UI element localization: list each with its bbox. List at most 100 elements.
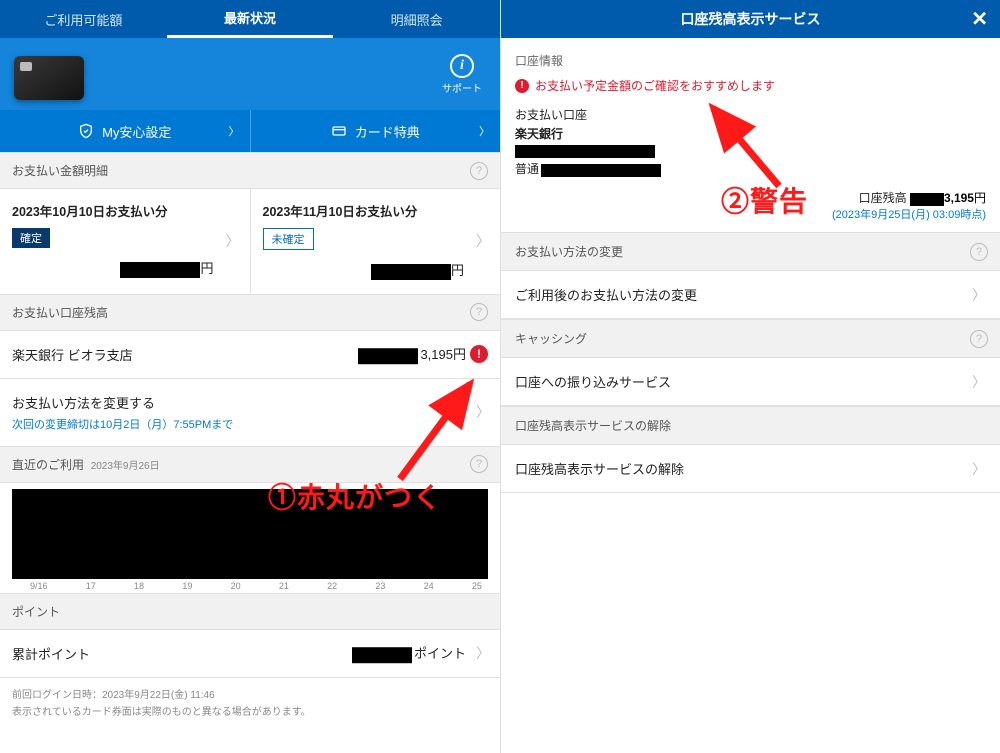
status-badge: 未確定: [263, 228, 314, 250]
usage-graph: 9/16 17 18 19 20 21 22 23 24 25: [0, 483, 500, 593]
tab-statement[interactable]: 明細照会: [333, 0, 500, 38]
row-bank-transfer-service[interactable]: 口座への振り込みサービス 〉: [501, 358, 1000, 406]
balance-amount: 3,195: [944, 191, 974, 205]
payment-cards: 2023年10月10日お支払い分 確定 円 〉 2023年11月10日お支払い分…: [0, 189, 500, 294]
balance-timestamp: (2023年9月25日(月) 03:09時点): [832, 209, 986, 221]
chevron-right-icon: 〉: [972, 459, 986, 479]
payment-date: 2023年10月10日お支払い分: [12, 201, 238, 220]
hero-buttons: My安心設定 〉 カード特典 〉: [0, 110, 500, 152]
section-payment-detail-label: お支払い金額明細: [12, 164, 108, 178]
status-badge: 確定: [12, 228, 50, 248]
payment-card-oct[interactable]: 2023年10月10日お支払い分 確定 円 〉: [0, 189, 250, 294]
usage-graph-xaxis: 9/16 17 18 19 20 21 22 23 24 25: [12, 579, 488, 591]
my-safety-settings-button[interactable]: My安心設定 〉: [0, 110, 250, 152]
help-icon[interactable]: ?: [470, 455, 488, 473]
xaxis-tick: 23: [375, 581, 385, 591]
card-icon: [331, 123, 347, 139]
left-pane: ご利用可能額 最新状況 明細照会 i サポート My安心設定 〉 カード特典 〉…: [0, 0, 500, 753]
tab-latest-status[interactable]: 最新状況: [167, 0, 334, 38]
section-account-balance: お支払い口座残高 ?: [0, 294, 500, 331]
chevron-right-icon: 〉: [479, 123, 490, 139]
top-tabs: ご利用可能額 最新状況 明細照会: [0, 0, 500, 38]
payment-amount: 円: [263, 260, 489, 280]
payment-card-nov[interactable]: 2023年11月10日お支払い分 未確定 円 〉: [250, 189, 501, 294]
section-payment-detail: お支払い金額明細 ?: [0, 152, 500, 189]
redacted: [910, 193, 944, 206]
xaxis-tick: 24: [424, 581, 434, 591]
card-benefits-button[interactable]: カード特典 〉: [250, 110, 501, 152]
group-cashing-label: キャッシング: [515, 332, 587, 346]
xaxis-tick: 17: [86, 581, 96, 591]
total-points-row[interactable]: 累計ポイント ポイント 〉: [0, 630, 500, 678]
redacted: [358, 348, 418, 364]
row-change-payment-method[interactable]: ご利用後のお支払い方法の変更 〉: [501, 271, 1000, 319]
support-button[interactable]: i サポート: [442, 54, 482, 95]
section-points: ポイント: [0, 593, 500, 630]
chevron-right-icon: 〉: [226, 231, 240, 251]
xaxis-tick: 18: [134, 581, 144, 591]
bank-name: 楽天銀行: [515, 125, 986, 142]
help-icon[interactable]: ?: [470, 162, 488, 180]
redacted: [352, 647, 412, 663]
xaxis-tick: 19: [182, 581, 192, 591]
section-account-balance-label: お支払い口座残高: [12, 306, 108, 320]
xaxis-tick: 9/16: [30, 581, 48, 591]
section-recent-usage-label: 直近のご利用: [12, 458, 84, 472]
card-hero: i サポート: [0, 38, 500, 110]
group-change-payment: お支払い方法の変更 ?: [501, 232, 1000, 271]
chevron-right-icon: 〉: [476, 402, 490, 422]
card-face-disclaimer: 表示されているカード券面は実際のものと異なる場合があります。: [0, 703, 500, 726]
chevron-right-icon: 〉: [972, 285, 986, 305]
change-payment-method-label: お支払い方法を変更する: [12, 393, 488, 412]
change-payment-method-row[interactable]: お支払い方法を変更する 次回の変更締切は10月2日（月）7:55PMまで 〉: [0, 379, 500, 446]
help-icon[interactable]: ?: [970, 243, 988, 261]
currency-unit: 円: [451, 263, 464, 278]
redacted: [120, 262, 200, 278]
total-points-value: ポイント: [352, 643, 466, 663]
chevron-right-icon: 〉: [229, 123, 240, 139]
account-label: お支払い口座: [515, 106, 986, 123]
bank-balance-row[interactable]: 楽天銀行 ビオラ支店 3,195円 !: [0, 331, 500, 379]
xaxis-tick: 25: [472, 581, 482, 591]
alert-dot-icon: !: [470, 345, 488, 363]
xaxis-tick: 22: [327, 581, 337, 591]
group-change-payment-label: お支払い方法の変更: [515, 245, 623, 259]
currency-unit: 円: [453, 347, 466, 362]
info-icon: i: [450, 54, 474, 78]
support-label: サポート: [442, 80, 482, 95]
points-unit: ポイント: [414, 646, 466, 661]
group-cancel-service-label: 口座残高表示サービスの解除: [515, 419, 671, 433]
payment-warning-alert: ! お支払い予定金額のご確認をおすすめします: [501, 77, 1000, 104]
right-pane: 口座残高表示サービス ✕ 口座情報 ! お支払い予定金額のご確認をおすすめします…: [500, 0, 1000, 753]
help-icon[interactable]: ?: [970, 330, 988, 348]
tab-credit-limit[interactable]: ご利用可能額: [0, 0, 167, 38]
xaxis-tick: 20: [231, 581, 241, 591]
branch-line: [515, 144, 986, 158]
balance-label: 口座残高: [859, 191, 907, 205]
group-cashing: キャッシング ?: [501, 319, 1000, 358]
account-details: お支払い口座 楽天銀行 普通: [501, 106, 1000, 185]
chevron-right-icon: 〉: [972, 372, 986, 392]
account-type-line: 普通: [515, 160, 986, 177]
modal-body: 口座情報 ! お支払い予定金額のご確認をおすすめします お支払い口座 楽天銀行 …: [501, 38, 1000, 753]
total-points-label: 累計ポイント: [12, 647, 90, 662]
modal-header: 口座残高表示サービス ✕: [501, 0, 1000, 38]
row-bank-transfer-service-label: 口座への振り込みサービス: [515, 375, 671, 390]
bank-name: 楽天銀行 ビオラ支店: [12, 348, 133, 363]
bank-balance-value: 3,195円: [358, 344, 466, 364]
section-recent-usage: 直近のご利用 2023年9月26日 ?: [0, 446, 500, 483]
card-image: [14, 56, 84, 100]
payment-amount: 円: [12, 258, 238, 278]
currency-unit: 円: [200, 261, 213, 276]
my-safety-settings-label: My安心設定: [102, 122, 171, 141]
row-cancel-balance-service[interactable]: 口座残高表示サービスの解除 〉: [501, 445, 1000, 493]
redacted: [541, 164, 661, 177]
help-icon[interactable]: ?: [470, 303, 488, 321]
redacted: [371, 264, 451, 280]
xaxis-tick: 21: [279, 581, 289, 591]
section-points-label: ポイント: [12, 605, 60, 619]
row-change-payment-method-label: ご利用後のお支払い方法の変更: [515, 288, 697, 303]
shield-icon: [78, 123, 94, 139]
balance-amount: 3,195: [420, 347, 453, 362]
close-icon[interactable]: ✕: [971, 7, 988, 32]
